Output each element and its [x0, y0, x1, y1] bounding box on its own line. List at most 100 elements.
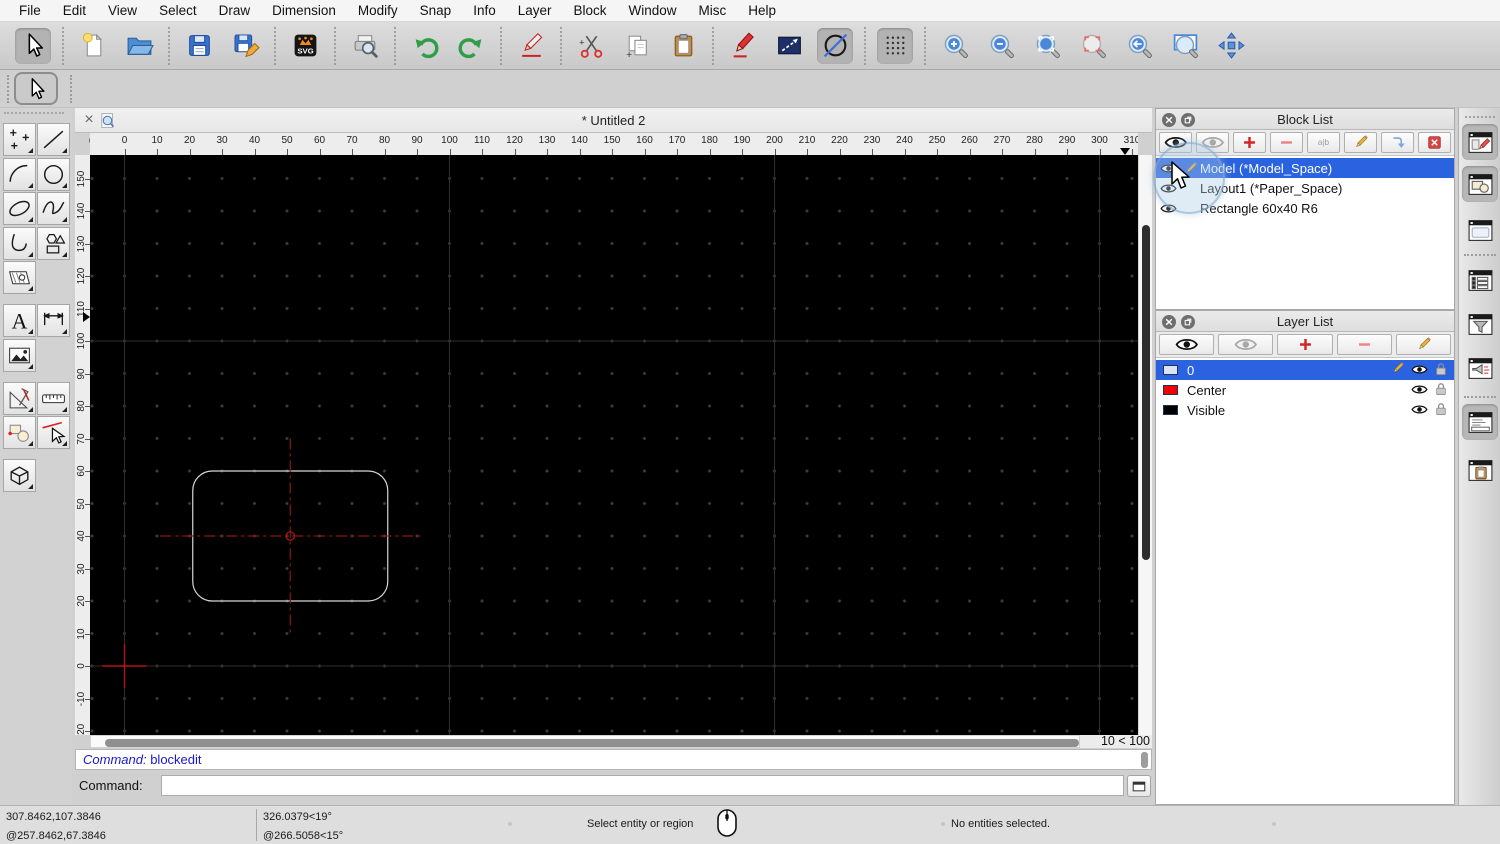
horizontal-scrollbar-track[interactable]	[90, 735, 1080, 748]
tool-spline[interactable]	[36, 192, 70, 225]
clipboard-toggle-button[interactable]	[1462, 452, 1498, 488]
vertical-scrollbar-thumb[interactable]	[1142, 225, 1150, 560]
tool-solid[interactable]	[3, 459, 36, 492]
rename-block-button[interactable]: a|b	[1307, 132, 1340, 153]
draft-mode-button[interactable]	[817, 27, 853, 64]
tool-ellipse[interactable]	[3, 192, 36, 225]
tool-line[interactable]	[36, 123, 70, 156]
tool-arc[interactable]	[3, 157, 36, 191]
edit-layer-icon[interactable]	[1391, 362, 1404, 378]
tool-polyline[interactable]	[3, 226, 36, 260]
layer-row[interactable]: Visible	[1156, 400, 1454, 420]
zoom-auto-button[interactable]	[1029, 28, 1065, 64]
vertical-scrollbar[interactable]	[1138, 155, 1152, 735]
lock-icon[interactable]	[1435, 382, 1447, 399]
zoom-pan-button[interactable]	[1213, 28, 1249, 64]
redo-button[interactable]	[453, 28, 489, 64]
grid-toggle-button[interactable]	[877, 27, 913, 64]
tool-image[interactable]	[3, 338, 36, 372]
hide-layer-button[interactable]	[1218, 334, 1274, 355]
delete-entity-button[interactable]	[513, 28, 549, 64]
menu-dimension[interactable]: Dimension	[261, 0, 347, 22]
selection-filter-toggle-button[interactable]	[1462, 306, 1498, 342]
layer-row[interactable]: 0	[1156, 360, 1454, 380]
save-as-button[interactable]	[227, 28, 263, 64]
menu-help[interactable]: Help	[737, 0, 787, 22]
print-preview-button[interactable]	[347, 28, 383, 64]
tool-circle[interactable]	[36, 157, 70, 191]
menu-modify[interactable]: Modify	[347, 0, 409, 22]
edit-pencil-button[interactable]	[725, 28, 761, 64]
command-line-toggle-button[interactable]	[1462, 404, 1498, 440]
layer-name[interactable]: 0	[1187, 363, 1391, 378]
zoom-back-button[interactable]	[1121, 28, 1157, 64]
open-file-button[interactable]	[121, 28, 157, 64]
cut-button[interactable]: +	[573, 28, 609, 64]
tool-measure[interactable]	[36, 381, 70, 415]
tool-hatch[interactable]	[3, 261, 36, 294]
eye-icon[interactable]	[1411, 403, 1428, 418]
lock-icon[interactable]	[1435, 362, 1447, 379]
layer-name[interactable]: Center	[1187, 383, 1411, 398]
show-layer-button[interactable]	[1159, 334, 1215, 355]
command-history-scrollbar[interactable]	[1141, 752, 1148, 768]
edit-block-button[interactable]	[1344, 132, 1377, 153]
save-button[interactable]	[181, 28, 217, 64]
zoom-previous-button[interactable]	[1075, 28, 1111, 64]
delete-all-blocks-button[interactable]	[1418, 132, 1451, 153]
menu-edit[interactable]: Edit	[52, 0, 97, 22]
select-arrow-button[interactable]	[15, 27, 51, 64]
menu-select[interactable]: Select	[148, 0, 208, 22]
remove-block-button[interactable]	[1270, 132, 1303, 153]
menu-view[interactable]: View	[97, 0, 148, 22]
remove-layer-button[interactable]	[1336, 334, 1392, 355]
edit-layer-button[interactable]	[1395, 334, 1452, 355]
block-name[interactable]: Rectangle 60x40 R6	[1200, 201, 1318, 216]
svg-export-button[interactable]: SVG	[287, 28, 323, 64]
tool-dimension[interactable]	[36, 304, 70, 337]
tool-blocks[interactable]	[3, 416, 36, 449]
tool-text[interactable]: A	[3, 304, 36, 337]
tool-select-deselect[interactable]	[36, 416, 70, 449]
menu-window[interactable]: Window	[618, 0, 688, 22]
block-list-toggle-button[interactable]	[1462, 124, 1498, 160]
command-input[interactable]	[161, 775, 1124, 796]
draw-order-button[interactable]	[771, 28, 807, 64]
tool-shapes[interactable]	[36, 226, 70, 260]
layer-list-toggle-button[interactable]	[1462, 262, 1498, 298]
menu-snap[interactable]: Snap	[409, 0, 463, 22]
close-panel-icon[interactable]	[1162, 314, 1176, 329]
zoom-in-button[interactable]	[937, 28, 973, 64]
menu-layer[interactable]: Layer	[507, 0, 563, 22]
float-panel-icon[interactable]	[1181, 112, 1195, 127]
menu-draw[interactable]: Draw	[208, 0, 262, 22]
insert-block-button[interactable]	[1381, 132, 1414, 153]
menu-misc[interactable]: Misc	[688, 0, 738, 22]
zoom-window-button[interactable]	[1167, 28, 1203, 64]
tool-points[interactable]	[3, 123, 36, 156]
zoom-out-button[interactable]	[983, 28, 1019, 64]
horizontal-scrollbar-thumb[interactable]	[105, 738, 1079, 747]
close-panel-icon[interactable]	[1162, 112, 1176, 127]
menu-block[interactable]: Block	[563, 0, 618, 22]
menu-file[interactable]: File	[8, 0, 52, 22]
tool-modify[interactable]	[3, 381, 36, 415]
library-browser-toggle-button[interactable]	[1462, 166, 1498, 202]
add-block-button[interactable]	[1233, 132, 1266, 153]
undo-button[interactable]	[407, 28, 443, 64]
menu-info[interactable]: Info	[462, 0, 507, 22]
drawing-canvas[interactable]	[90, 155, 1138, 735]
lock-icon[interactable]	[1435, 402, 1447, 419]
paste-button[interactable]	[665, 28, 701, 64]
eye-icon[interactable]	[1411, 363, 1428, 378]
copy-button[interactable]: +	[619, 28, 655, 64]
select-tool-button[interactable]	[14, 72, 58, 105]
property-editor-toggle-button[interactable]	[1462, 212, 1498, 248]
eye-icon[interactable]	[1411, 383, 1428, 398]
command-options-toggle-button[interactable]	[1462, 350, 1498, 386]
new-file-button[interactable]	[75, 28, 111, 64]
layer-name[interactable]: Visible	[1187, 403, 1411, 418]
add-layer-button[interactable]	[1277, 334, 1333, 355]
float-panel-icon[interactable]	[1181, 314, 1195, 329]
command-window-button[interactable]	[1127, 775, 1151, 797]
